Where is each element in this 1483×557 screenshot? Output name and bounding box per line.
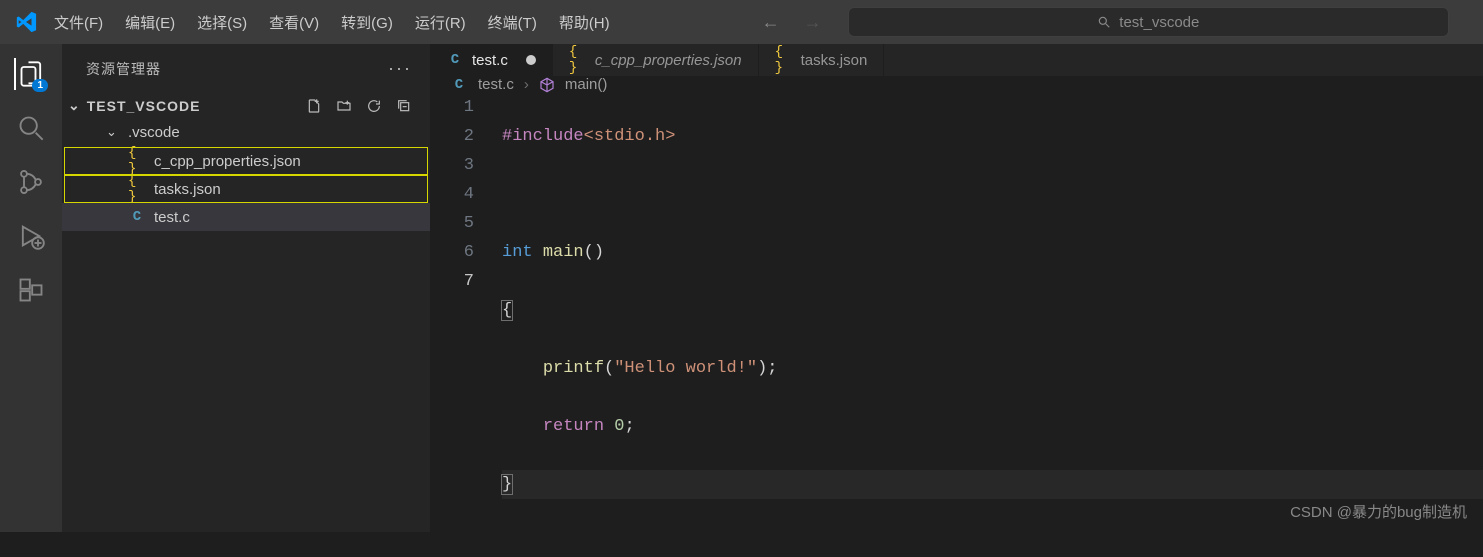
menu-terminal[interactable]: 终端(T): [478, 4, 547, 41]
chevron-down-icon: ⌄: [106, 124, 120, 140]
collapse-all-icon[interactable]: [396, 98, 412, 114]
file-tasks-json[interactable]: { } tasks.json: [64, 175, 428, 203]
breadcrumb-separator-icon: ›: [524, 76, 529, 93]
editor-area: C test.c { } c_cpp_properties.json { } t…: [430, 44, 1483, 532]
search-icon: [1097, 15, 1111, 29]
breadcrumb-file: test.c: [478, 76, 514, 93]
dirty-indicator-icon: [526, 55, 536, 65]
breadcrumb-symbol: main(): [565, 76, 608, 93]
tab-label: c_cpp_properties.json: [595, 52, 742, 69]
file-c-cpp-properties[interactable]: { } c_cpp_properties.json: [64, 147, 428, 175]
root-folder-name: TEST_VSCODE: [87, 98, 201, 114]
c-file-icon: C: [446, 52, 464, 68]
json-icon: { }: [128, 173, 146, 205]
chevron-down-icon: ⌄: [68, 97, 81, 114]
watermark-text: CSDN @暴力的bug制造机: [1290, 501, 1467, 522]
search-placeholder-text: test_vscode: [1119, 14, 1199, 31]
menu-edit[interactable]: 编辑(E): [115, 4, 185, 41]
file-tree: ⌄ .vscode { } c_cpp_properties.json { } …: [62, 118, 430, 231]
json-icon: { }: [775, 44, 793, 76]
menu-select[interactable]: 选择(S): [187, 4, 257, 41]
activity-search-icon[interactable]: [15, 112, 47, 144]
file-test-c[interactable]: C test.c: [62, 203, 430, 231]
file-label: c_cpp_properties.json: [154, 153, 301, 170]
sidebar-more-icon[interactable]: ···: [388, 58, 412, 79]
activity-explorer-icon[interactable]: 1: [14, 58, 46, 90]
nav-back-icon[interactable]: ←: [762, 12, 780, 33]
code-editor[interactable]: 1 2 3 4 5 6 7 #include<stdio.h> int main…: [430, 93, 1483, 557]
json-icon: { }: [569, 44, 587, 76]
new-file-icon[interactable]: [306, 98, 322, 114]
c-file-icon: C: [128, 209, 146, 225]
breadcrumbs[interactable]: C test.c › main(): [430, 76, 1483, 93]
nav-forward-icon[interactable]: →: [804, 12, 822, 33]
tab-tasks-json[interactable]: { } tasks.json: [759, 44, 885, 76]
activity-bar: 1: [0, 44, 62, 532]
activity-extensions-icon[interactable]: [15, 274, 47, 306]
folder-label: .vscode: [128, 124, 180, 141]
tab-label: tasks.json: [801, 52, 868, 69]
c-file-icon: C: [450, 77, 468, 93]
new-folder-icon[interactable]: [336, 98, 352, 114]
refresh-icon[interactable]: [366, 98, 382, 114]
activity-debug-icon[interactable]: [15, 220, 47, 252]
command-center-search[interactable]: test_vscode: [848, 7, 1449, 37]
tab-test-c[interactable]: C test.c: [430, 44, 553, 76]
explorer-sidebar: 资源管理器 ··· ⌄ TEST_VSCODE ⌄ .vscode { } c_…: [62, 44, 430, 532]
tab-label: test.c: [472, 52, 508, 69]
activity-scm-icon[interactable]: [15, 166, 47, 198]
menu-file[interactable]: 文件(F): [44, 4, 113, 41]
folder-vscode[interactable]: ⌄ .vscode: [62, 118, 430, 146]
explorer-badge: 1: [32, 79, 48, 92]
menu-view[interactable]: 查看(V): [259, 4, 329, 41]
menu-run[interactable]: 运行(R): [405, 4, 476, 41]
editor-tabs: C test.c { } c_cpp_properties.json { } t…: [430, 44, 1483, 76]
code-content[interactable]: #include<stdio.h> int main() { printf("H…: [502, 93, 1483, 557]
menu-go[interactable]: 转到(G): [331, 4, 403, 41]
explorer-root-header[interactable]: ⌄ TEST_VSCODE: [62, 93, 430, 118]
tab-c-cpp-properties[interactable]: { } c_cpp_properties.json: [553, 44, 759, 76]
file-label: test.c: [154, 209, 190, 226]
title-bar: 文件(F) 编辑(E) 选择(S) 查看(V) 转到(G) 运行(R) 终端(T…: [0, 0, 1483, 44]
menu-help[interactable]: 帮助(H): [549, 4, 620, 41]
symbol-method-icon: [539, 77, 555, 93]
line-number-gutter: 1 2 3 4 5 6 7: [430, 93, 502, 557]
sidebar-title: 资源管理器: [86, 59, 161, 79]
file-label: tasks.json: [154, 181, 221, 198]
vscode-logo-icon: [10, 11, 42, 33]
